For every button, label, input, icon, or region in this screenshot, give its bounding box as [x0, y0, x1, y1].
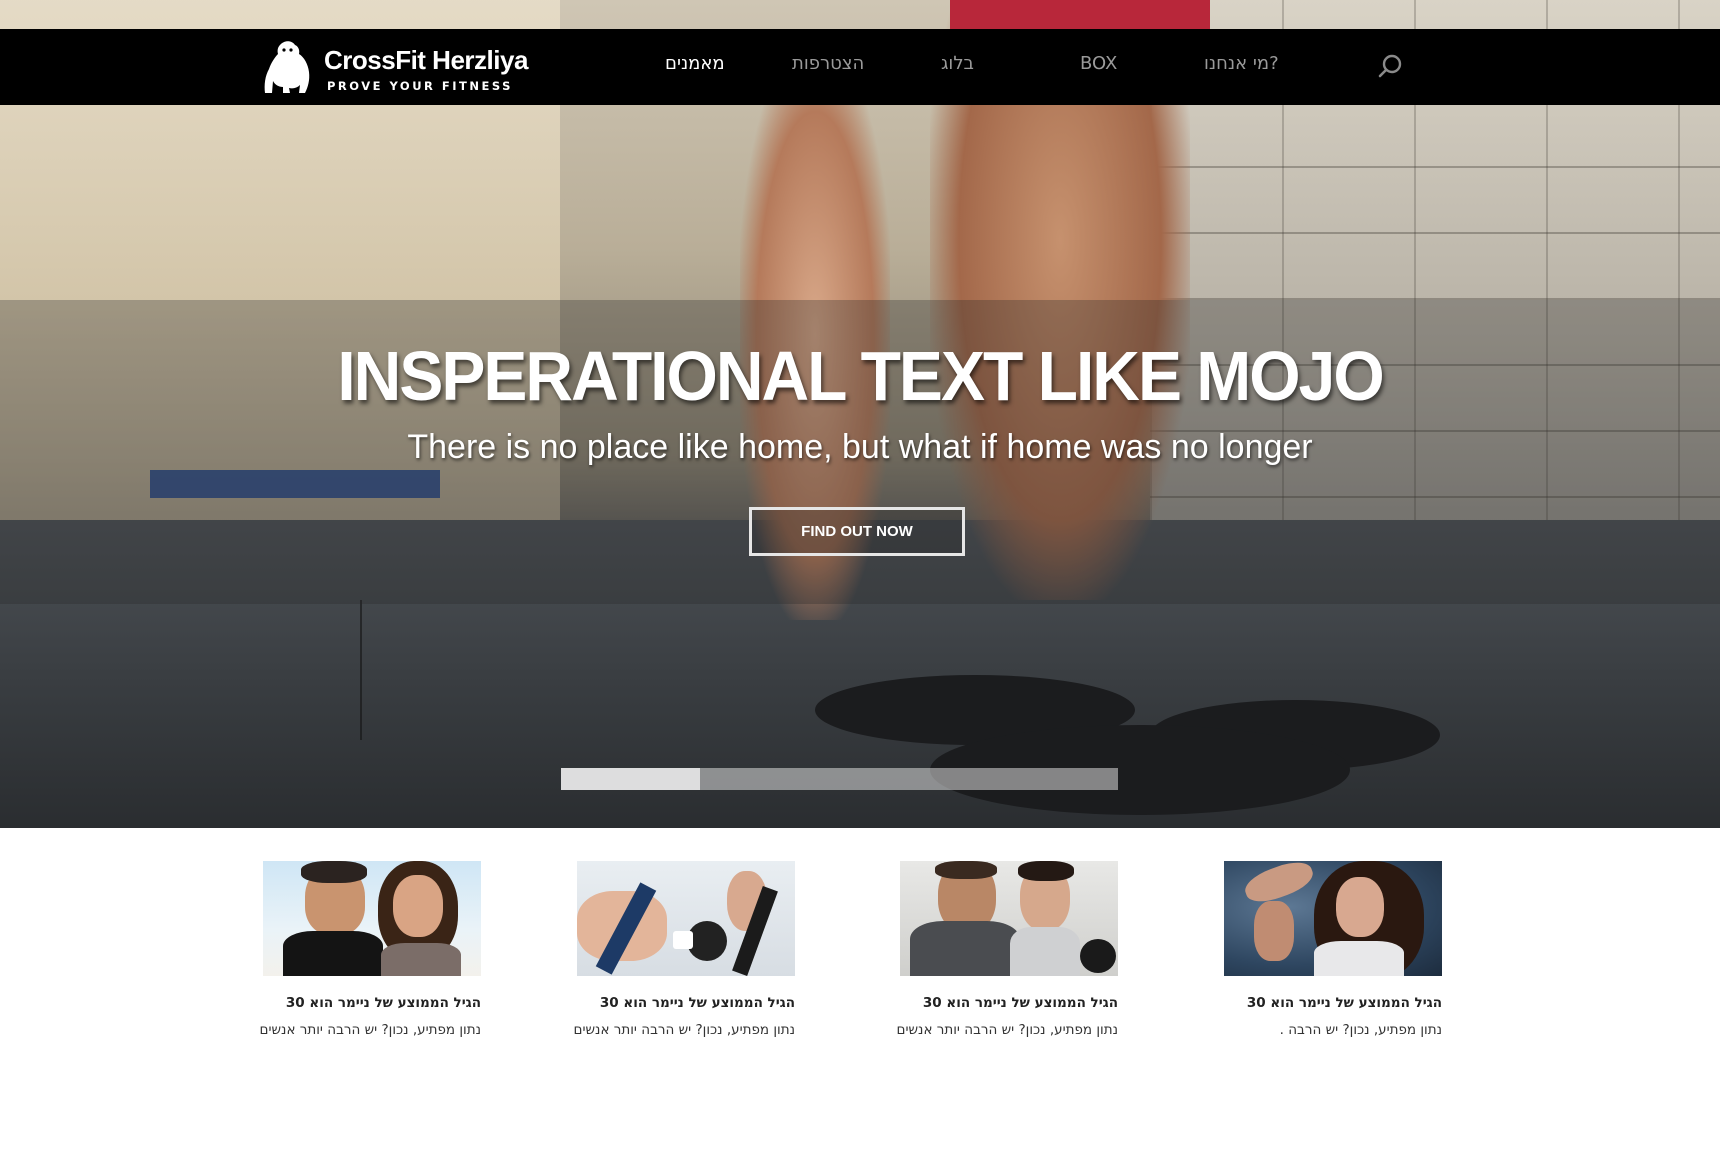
card-title: הגיל הממוצע של ניימר הוא 30 [599, 995, 795, 1011]
article-card[interactable]: הגיל הממוצע של ניימר הוא 30 נתון מפתיע, … [1224, 861, 1442, 1038]
nav-item-box[interactable]: BOX [1080, 53, 1117, 74]
card-text: נתון מפתיע, נכון? יש הרבה . [1279, 1022, 1442, 1038]
nav-item-about[interactable]: מי אנחנו? [1204, 53, 1279, 74]
hero-subtitle: There is no place like home, but what if… [407, 428, 1313, 466]
card-title: הגיל הממוצע של ניימר הוא 30 [922, 995, 1118, 1011]
top-navbar: CrossFit Herzliya PROVE YOUR FITNESS מאמ… [0, 29, 1720, 105]
article-card[interactable]: הגיל הממוצע של ניימר הוא 30 נתון מפתיע, … [897, 861, 1118, 1038]
brand-name: CrossFit Herzliya [324, 45, 528, 75]
gorilla-logo-icon [264, 41, 310, 93]
card-image-bikes[interactable] [577, 861, 795, 976]
slider-progress-fill [561, 768, 701, 790]
card-image-flexing[interactable] [1224, 861, 1442, 976]
hero-banner: INSPERATIONAL TEXT LIKE MOJO There is no… [0, 0, 1720, 828]
find-out-now-button[interactable]: FIND OUT NOW [749, 507, 965, 556]
slider-progress-bar[interactable] [561, 768, 1118, 790]
hero-athlete-shorts [950, 0, 1210, 30]
article-card[interactable]: הגיל הממוצע של ניימר הוא 30 נתון מפתיע, … [574, 861, 795, 1038]
article-card[interactable]: הגיל הממוצע של ניימר הוא 30 נתון מפתיע, … [260, 861, 481, 1038]
card-image-couple[interactable] [263, 861, 481, 976]
hero-bg-floor-seam [360, 600, 362, 740]
brand-tagline: PROVE YOUR FITNESS [327, 79, 513, 93]
card-image-dumbbells[interactable] [900, 861, 1118, 976]
nav-item-blog[interactable]: בלוג [941, 53, 974, 74]
nav-item-trainers[interactable]: מאמנים [665, 53, 725, 74]
card-title: הגיל הממוצע של ניימר הוא 30 [1246, 995, 1442, 1011]
site-logo[interactable]: CrossFit Herzliya PROVE YOUR FITNESS [262, 39, 528, 97]
search-icon[interactable] [1377, 53, 1403, 79]
hero-title: INSPERATIONAL TEXT LIKE MOJO [337, 337, 1384, 415]
card-text: נתון מפתיע, נכון? יש הרבה יותר אנשים [896, 1022, 1119, 1038]
card-text: נתון מפתיע, נכון? יש הרבה יותר אנשים [573, 1022, 796, 1038]
card-title: הגיל הממוצע של ניימר הוא 30 [285, 995, 481, 1011]
card-text: נתון מפתיע, נכון? יש הרבה יותר אנשים [259, 1022, 482, 1038]
nav-item-join[interactable]: הצטרפות [792, 53, 864, 74]
